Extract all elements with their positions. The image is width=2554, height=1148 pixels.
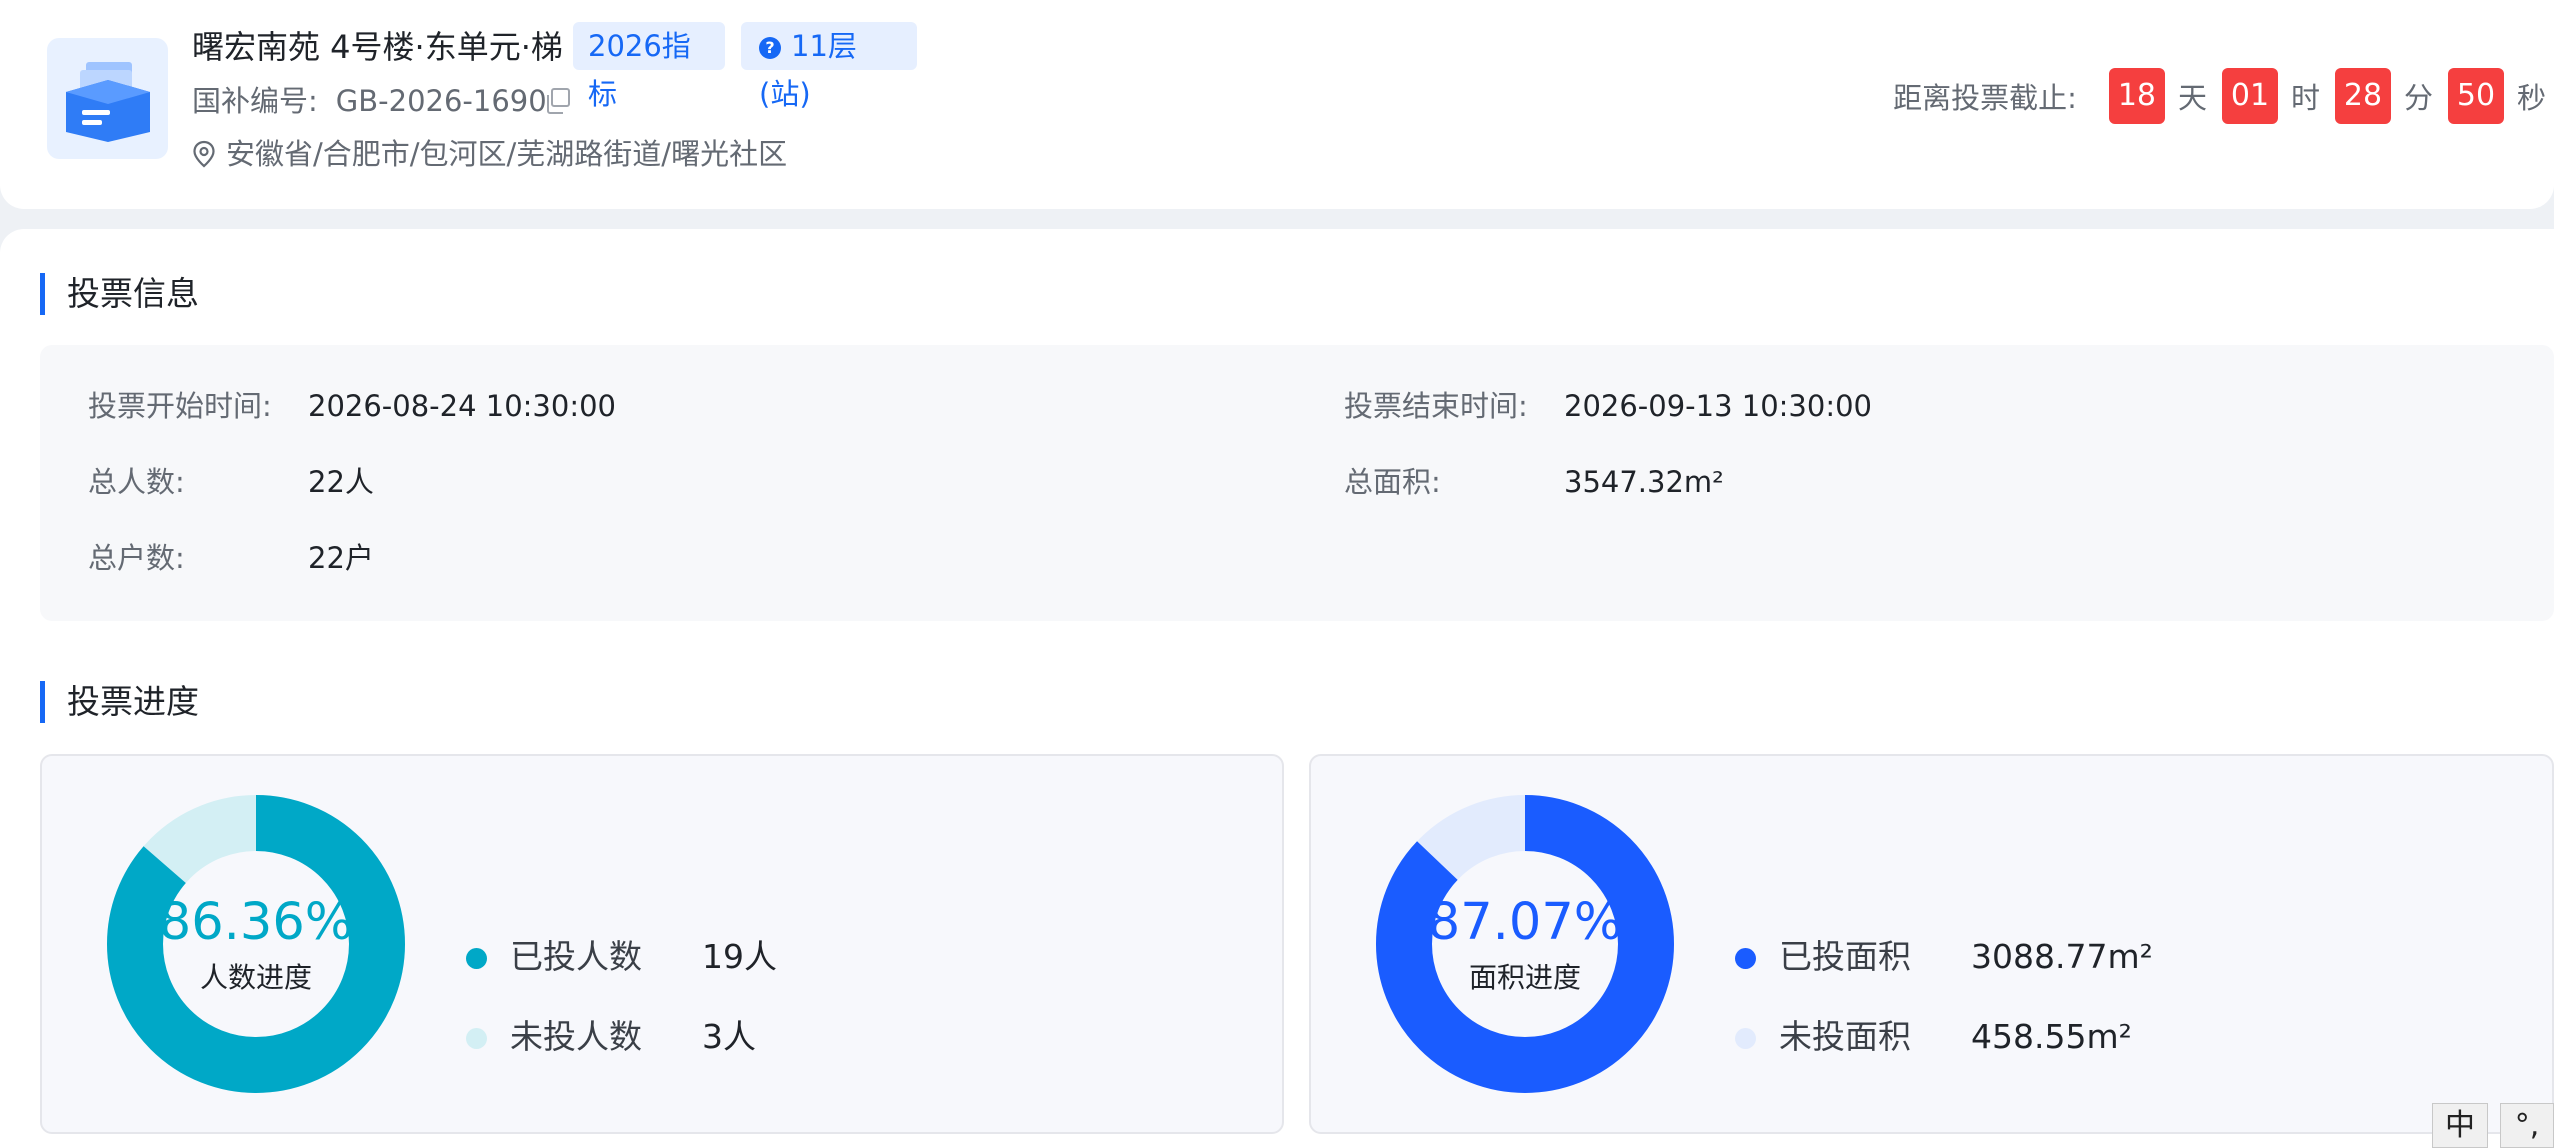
people-voted-value: 19人 (702, 937, 777, 976)
vote-info-panel: 投票开始时间: 2026-08-24 10:30:00 投票结束时间: 2026… (40, 345, 2554, 621)
people-unvoted-label: 未投人数 (510, 1017, 642, 1056)
countdown-seconds: 50 (2447, 68, 2504, 124)
start-time-value: 2026-08-24 10:30:00 (308, 389, 616, 423)
vote-progress-title: 投票进度 (40, 681, 199, 723)
legend-dot (1735, 1028, 1756, 1049)
location-pin-icon (193, 140, 215, 168)
area-unvoted-value: 458.55m² (1971, 1017, 2132, 1056)
countdown-hours-unit: 时 (2290, 81, 2320, 115)
countdown-seconds-unit: 秒 (2516, 81, 2546, 115)
people-unvoted-value: 3人 (702, 1017, 756, 1056)
end-time-value: 2026-09-13 10:30:00 (1564, 389, 1872, 423)
main-content: 投票信息 投票开始时间: 2026-08-24 10:30:00 投票结束时间:… (0, 229, 2554, 1148)
legend-dot (466, 948, 487, 969)
total-people-value: 22人 (308, 465, 374, 499)
area-percent: 87.07% (1427, 893, 1623, 952)
building-title: 曙宏南苑 4号楼·东单元·梯 (192, 28, 563, 66)
ime-punct-indicator[interactable]: °, (2500, 1103, 2554, 1148)
address-text: 安徽省/合肥市/包河区/芜湖路街道/曙光社区 (226, 137, 788, 171)
total-area-value: 3547.32m² (1564, 465, 1724, 499)
people-progress-card: 86.36% 人数进度 已投人数 19人 未投人数 3人 (40, 754, 1284, 1134)
subsidy-label: 国补编号: (192, 84, 318, 118)
floor-tag[interactable]: ? 11层(站) (741, 22, 917, 111)
area-voted-label: 已投面积 (1779, 937, 1911, 976)
help-icon[interactable]: ? (759, 37, 781, 59)
countdown-hours: 01 (2221, 68, 2278, 124)
area-voted-value: 3088.77m² (1971, 937, 2153, 976)
countdown-days-unit: 天 (2177, 81, 2207, 115)
total-area-label: 总面积: (1344, 465, 1441, 499)
vote-info-title: 投票信息 (40, 273, 199, 315)
countdown-minutes: 28 (2334, 68, 2391, 124)
copy-icon[interactable] (543, 86, 573, 116)
file-box-icon (66, 62, 150, 142)
building-logo (47, 38, 168, 159)
subsidy-code: GB-2026-1690 (335, 84, 547, 118)
area-unvoted-label: 未投面积 (1779, 1017, 1911, 1056)
year-tag: 2026指标 (573, 22, 725, 111)
countdown-days: 18 (2108, 68, 2165, 124)
subsidy-row: 国补编号: GB-2026-1690 (192, 80, 547, 122)
area-caption: 面积进度 (1468, 961, 1581, 994)
header-card: 曙宏南苑 4号楼·东单元·梯 2026指标 ? 11层(站) 国补编号: GB-20… (0, 0, 2554, 209)
countdown-label: 距离投票截止: (1893, 81, 2077, 115)
people-percent: 86.36% (158, 893, 354, 952)
vote-countdown: 距离投票截止: 18 天 01 时 28 分 50 秒 (1893, 68, 2554, 124)
end-time-label: 投票结束时间: (1344, 389, 1528, 423)
total-households-value: 22户 (308, 541, 374, 575)
start-time-label: 投票开始时间: (88, 389, 272, 423)
total-households-label: 总户数: (88, 541, 185, 575)
total-people-label: 总人数: (88, 465, 185, 499)
address-row: 安徽省/合肥市/包河区/芜湖路街道/曙光社区 (192, 133, 787, 175)
legend-dot (466, 1028, 487, 1049)
legend-dot (1735, 948, 1756, 969)
area-progress-card: 87.07% 面积进度 已投面积 3088.77m² 未投面积 458.55m² (1309, 754, 2554, 1134)
people-voted-label: 已投人数 (510, 937, 642, 976)
ime-mode-indicator[interactable]: 中 (2432, 1103, 2488, 1148)
countdown-minutes-unit: 分 (2403, 81, 2433, 115)
people-caption: 人数进度 (199, 961, 312, 994)
